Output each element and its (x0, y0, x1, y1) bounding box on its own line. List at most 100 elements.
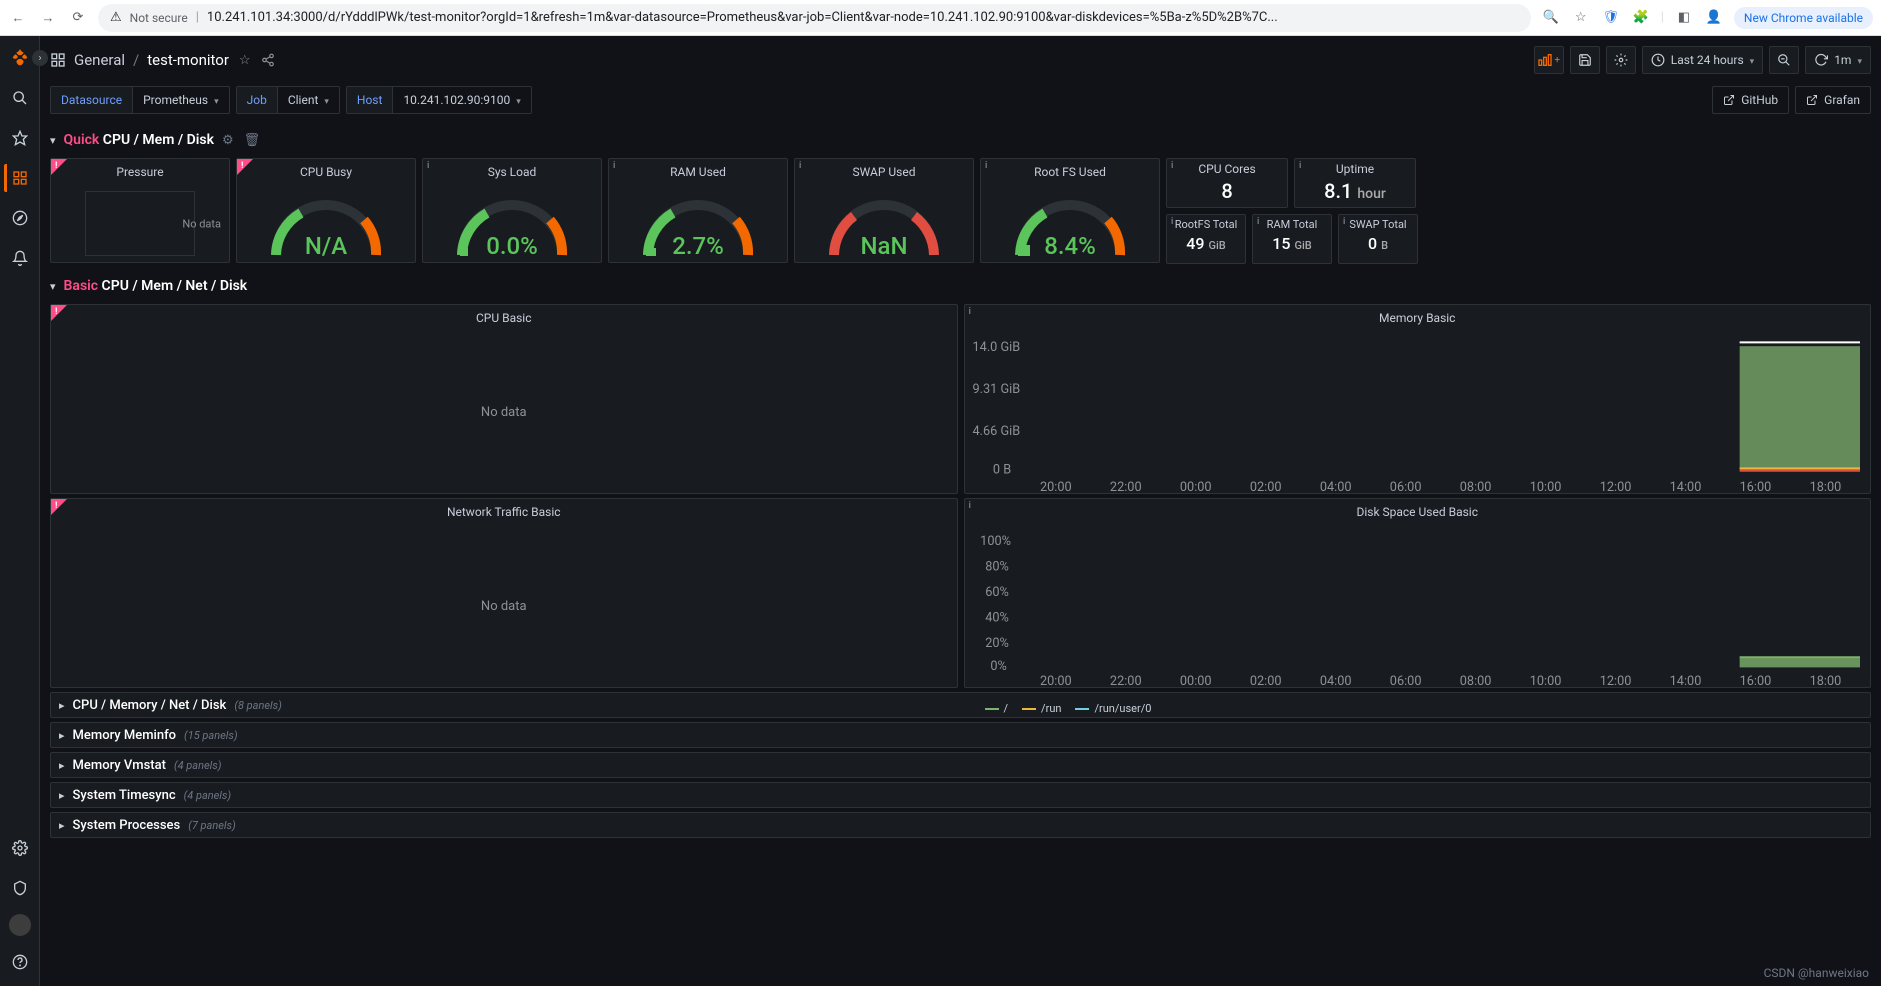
panel-title: Pressure (51, 159, 229, 185)
panel-ram-used[interactable]: i RAM Used 2.7% (608, 158, 788, 263)
side-panel-icon[interactable]: ◧ (1674, 8, 1694, 28)
url-text: 10.241.101.34:3000/d/rYdddlPWk/test-moni… (207, 10, 1278, 25)
panel-title: RAM Total (1253, 215, 1331, 234)
dashboards-list-icon[interactable] (50, 52, 66, 68)
svg-text:100%: 100% (980, 534, 1011, 549)
time-range-label: Last 24 hours (1671, 53, 1744, 67)
panel-cpu-busy[interactable]: ! CPU Busy N/A (236, 158, 416, 263)
collapsed-row[interactable]: ▸Memory Meminfo(15 panels) (50, 722, 1871, 748)
chevron-right-icon: ▸ (59, 759, 65, 772)
star-dashboard-icon[interactable]: ☆ (239, 53, 251, 68)
collapsed-row[interactable]: ▸System Processes(7 panels) (50, 812, 1871, 838)
alerting-icon[interactable] (6, 244, 34, 272)
extensions-icon[interactable]: 🧩 (1631, 8, 1651, 28)
link-github[interactable]: GitHub (1712, 86, 1789, 114)
star-icon[interactable]: ☆ (1571, 8, 1591, 28)
dashboards-icon[interactable] (4, 164, 32, 192)
panel-cpu-basic[interactable]: ! CPU Basic No data (50, 304, 958, 494)
search-in-page-icon[interactable]: 🔍 (1541, 8, 1561, 28)
search-icon[interactable] (6, 84, 34, 112)
help-icon[interactable] (6, 948, 34, 976)
user-avatar-icon[interactable] (9, 914, 31, 936)
panel-sys-load[interactable]: i Sys Load 0.0% (422, 158, 602, 263)
row-basic-header[interactable]: ▾ Basic CPU / Mem / Net / Disk (50, 272, 1871, 300)
var-label: Host (346, 86, 394, 114)
row-quick-header[interactable]: ▾ Quick CPU / Mem / Disk ⚙ 🗑 (50, 126, 1871, 154)
panel-alert-corner-icon (51, 159, 67, 175)
legend-item[interactable]: / (985, 702, 1009, 715)
refresh-picker[interactable]: 1m (1805, 46, 1871, 74)
panel-swap-used[interactable]: i SWAP Used NaN (794, 158, 974, 263)
breadcrumb-folder[interactable]: General (74, 51, 125, 69)
sidebar-expand-icon[interactable]: › (32, 50, 48, 66)
warning-icon: ⚠ (110, 10, 122, 25)
legend-item[interactable]: /run (1022, 702, 1061, 715)
new-chrome-badge[interactable]: New Chrome available (1734, 7, 1873, 29)
disk-chart: 100% 80% 60% 40% 20% 0% 20:0022:0000:000… (965, 525, 1871, 700)
time-range-picker[interactable]: Last 24 hours (1642, 46, 1763, 74)
panel-pressure[interactable]: ! Pressure No data (50, 158, 230, 263)
configuration-icon[interactable] (6, 834, 34, 862)
row-title: System Processes (73, 818, 181, 833)
explore-icon[interactable] (6, 204, 34, 232)
panel-info-icon: i (1257, 217, 1259, 227)
svg-text:20:00: 20:00 (1039, 480, 1071, 495)
var-label: Datasource (50, 86, 133, 114)
save-icon[interactable] (1570, 46, 1600, 74)
svg-text:18:00: 18:00 (1809, 480, 1841, 495)
link-grafana[interactable]: Grafan (1795, 86, 1871, 114)
var-value: Client (288, 93, 319, 107)
server-admin-icon[interactable] (6, 874, 34, 902)
row-count: (4 panels) (174, 759, 222, 772)
starred-icon[interactable] (6, 124, 34, 152)
svg-text:08:00: 08:00 (1459, 674, 1491, 689)
panel-cpu-cores[interactable]: i CPU Cores 8 (1166, 158, 1288, 208)
chevron-right-icon: ▸ (59, 789, 65, 802)
panel-uptime[interactable]: i Uptime 8.1 hour (1294, 158, 1416, 208)
panel-network-basic[interactable]: ! Network Traffic Basic No data (50, 498, 958, 688)
collapsed-row[interactable]: ▸System Timesync(4 panels) (50, 782, 1871, 808)
svg-text:14:00: 14:00 (1669, 480, 1701, 495)
trash-icon[interactable]: 🗑 (244, 133, 261, 148)
var-host[interactable]: Host 10.241.102.90:9100 (346, 86, 532, 114)
svg-text:08:00: 08:00 (1459, 480, 1491, 495)
settings-icon[interactable] (1606, 46, 1636, 74)
stat-value: 0 (1368, 234, 1377, 253)
brave-icon[interactable]: 🛡 (1601, 8, 1621, 28)
legend-item[interactable]: /run/user/0 (1075, 702, 1151, 715)
zoom-out-icon[interactable] (1769, 46, 1799, 74)
back-icon[interactable]: ← (8, 8, 28, 28)
panel-swap-total[interactable]: i SWAP Total 0 B (1338, 214, 1418, 264)
var-job[interactable]: Job Client (236, 86, 340, 114)
nodata-label: No data (481, 405, 527, 420)
panel-alert-corner-icon (237, 159, 253, 175)
panel-disk-basic[interactable]: i Disk Space Used Basic 100% 80% 60% 40%… (964, 498, 1872, 688)
var-datasource[interactable]: Datasource Prometheus (50, 86, 230, 114)
panel-ram-total[interactable]: i RAM Total 15 GiB (1252, 214, 1332, 264)
svg-text:0 B: 0 B (992, 462, 1010, 477)
panel-info-icon: i (613, 161, 615, 171)
stat-unit: hour (1357, 186, 1385, 202)
share-icon[interactable] (261, 53, 275, 67)
stat-unit: GiB (1208, 239, 1225, 252)
svg-text:12:00: 12:00 (1599, 480, 1631, 495)
forward-icon[interactable]: → (38, 8, 58, 28)
grafana-logo-icon[interactable] (6, 44, 34, 72)
gear-icon[interactable]: ⚙ (222, 133, 234, 148)
panel-memory-basic[interactable]: i Memory Basic 14.0 GiB 9.31 GiB 4.66 Gi… (964, 304, 1872, 494)
svg-text:14.0 GiB: 14.0 GiB (972, 340, 1020, 355)
reload-icon[interactable]: ⟳ (68, 8, 88, 28)
gauge-value: 8.4% (1000, 232, 1140, 260)
url-bar[interactable]: ⚠ Not secure | 10.241.101.34:3000/d/rYdd… (98, 4, 1531, 32)
svg-text:16:00: 16:00 (1739, 480, 1771, 495)
svg-text:4.66 GiB: 4.66 GiB (972, 424, 1020, 439)
breadcrumb-title[interactable]: test-monitor (147, 51, 229, 69)
empty-plot (85, 191, 195, 256)
variable-bar: Datasource Prometheus Job Client Host 10… (50, 82, 1871, 118)
add-panel-icon[interactable]: + (1534, 46, 1564, 74)
collapsed-row[interactable]: ▸Memory Vmstat(4 panels) (50, 752, 1871, 778)
profile-icon[interactable]: 👤 (1704, 8, 1724, 28)
panel-rootfs-total[interactable]: i RootFS Total 49 GiB (1166, 214, 1246, 264)
panel-rootfs-used[interactable]: i Root FS Used 8.4% (980, 158, 1160, 263)
svg-text:22:00: 22:00 (1109, 674, 1141, 689)
